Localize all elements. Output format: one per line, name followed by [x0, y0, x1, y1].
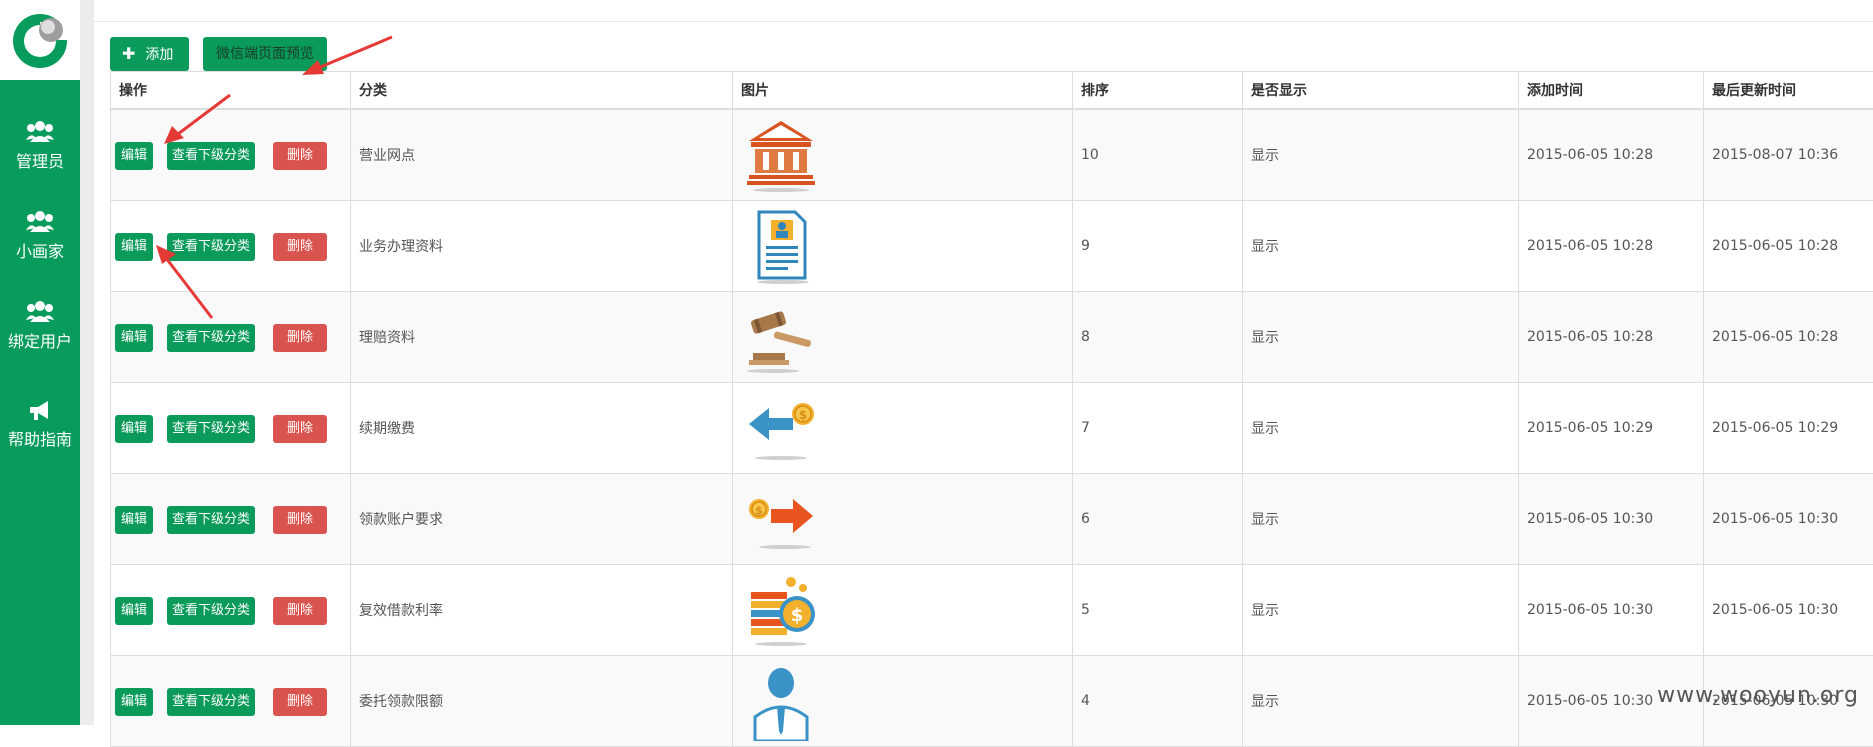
annotation-arrows	[0, 0, 1873, 725]
watermark: www.wooyun.org	[1657, 683, 1859, 708]
